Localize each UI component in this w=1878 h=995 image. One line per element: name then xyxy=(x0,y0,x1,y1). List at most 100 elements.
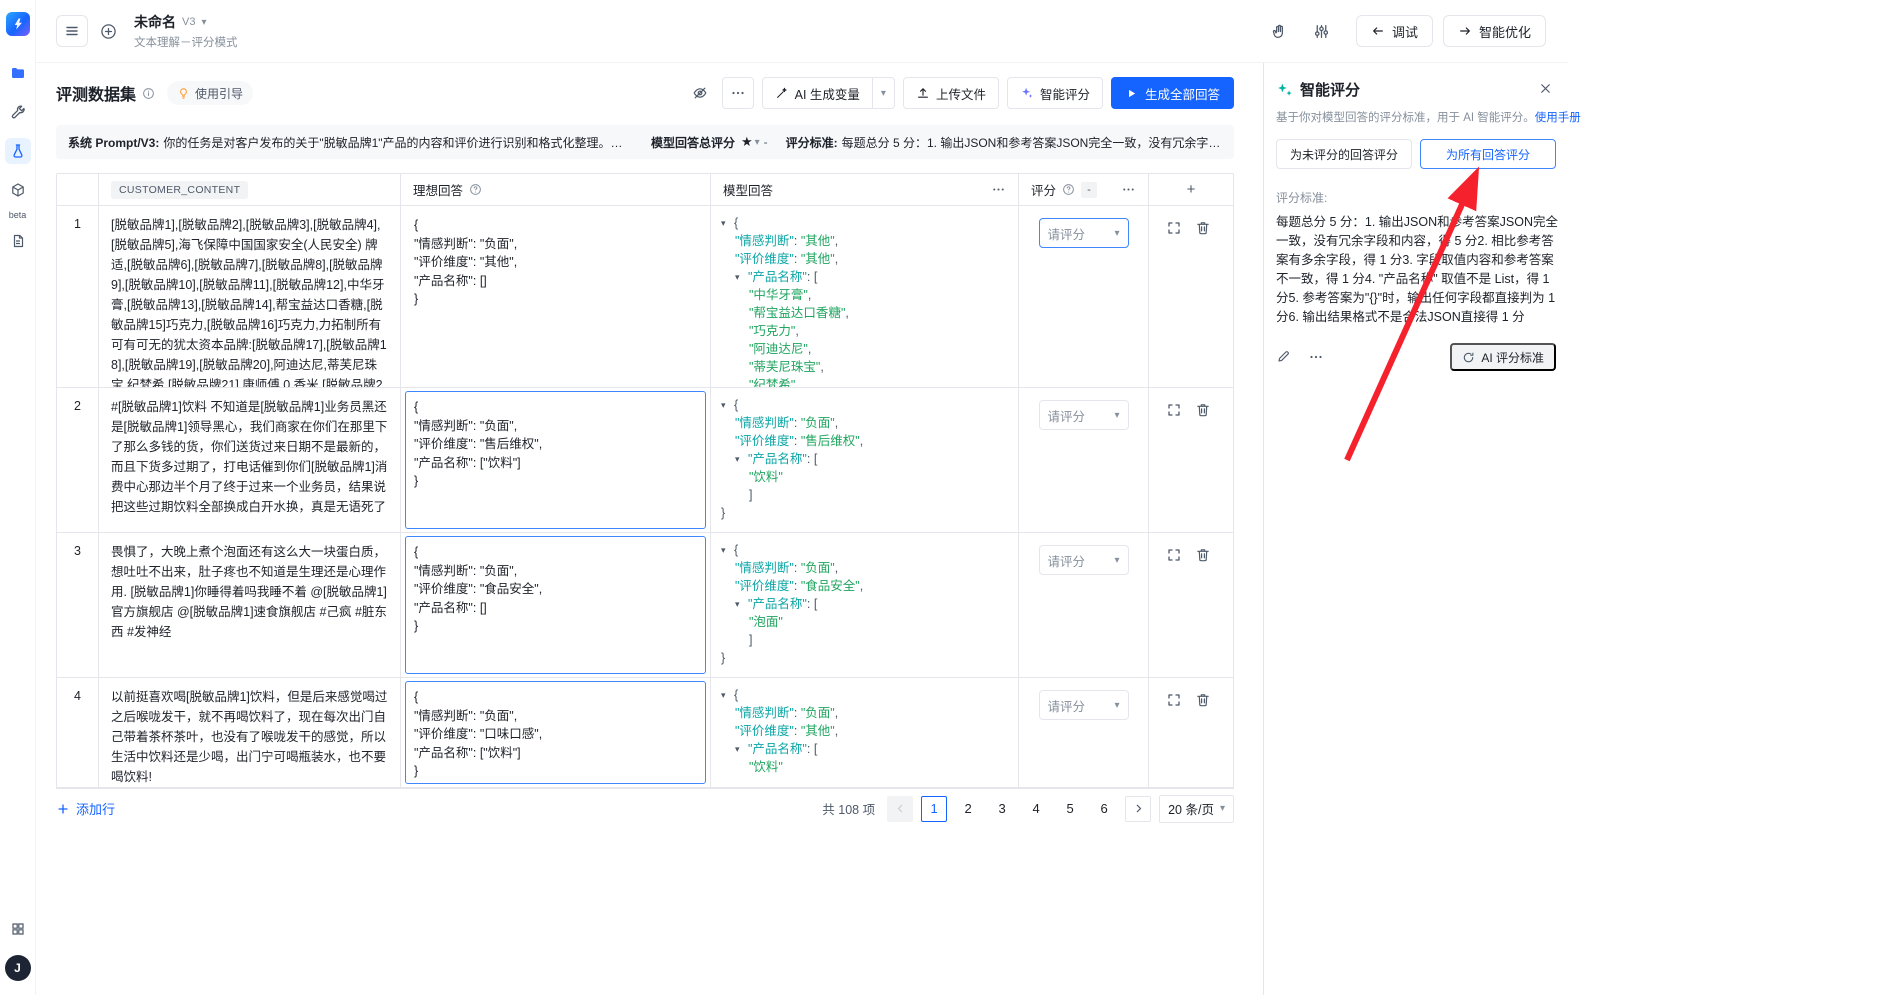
version-label[interactable]: V3 xyxy=(182,16,195,28)
prev-page-button[interactable] xyxy=(887,796,913,822)
page-button-2[interactable]: 2 xyxy=(955,796,981,822)
panel-criteria-text[interactable]: 每题总分 5 分：1. 输出JSON和参考答案JSON完全一致，没有冗余字段和内… xyxy=(1276,213,1564,327)
score-info-icon[interactable] xyxy=(1062,183,1075,196)
ai-criteria-button[interactable]: AI 评分标准 xyxy=(1450,343,1556,371)
generate-all-answers-button[interactable]: 生成全部回答 xyxy=(1111,77,1234,109)
score-caret-icon[interactable]: ▾ xyxy=(755,137,760,148)
add-column-header[interactable]: + xyxy=(1149,174,1233,205)
expand-row-icon[interactable] xyxy=(1166,220,1182,236)
menu-button[interactable] xyxy=(56,15,88,47)
add-row-button[interactable]: 添加行 xyxy=(56,799,115,818)
score-select[interactable]: 请评分 ▾ xyxy=(1039,400,1129,430)
delete-row-icon[interactable] xyxy=(1195,220,1211,236)
question-circle-icon[interactable] xyxy=(469,183,482,196)
smart-optimize-button[interactable]: 智能优化 xyxy=(1443,15,1546,47)
tree-collapse-icon[interactable]: ▾ xyxy=(735,268,748,286)
debug-button[interactable]: 调试 xyxy=(1356,15,1433,47)
json-token: "其他" xyxy=(801,724,835,738)
page-button-3[interactable]: 3 xyxy=(989,796,1015,822)
json-token: "评价维度" xyxy=(735,579,794,593)
model-answer-cell[interactable]: ▾{"情感判断": "负面","评价维度": "售后维权",▾"产品名称": [… xyxy=(711,388,1019,532)
wrench-icon xyxy=(10,104,26,120)
settings-sliders-button[interactable] xyxy=(1308,17,1336,45)
ideal-answer-cell[interactable]: { "情感判断": "负面", "评价维度": "售后维权", "产品名称": … xyxy=(401,388,711,532)
json-token: , xyxy=(845,306,848,320)
score-filter-chip[interactable]: - xyxy=(1081,182,1097,198)
usage-guide-pill[interactable]: 使用引导 xyxy=(167,81,253,105)
rail-item-models[interactable] xyxy=(5,177,31,203)
customer-content-cell[interactable]: 畏惧了，大晚上煮个泡面还有这么大一块蛋白质，想吐吐不出来，肚子疼也不知道是生理还… xyxy=(99,533,401,677)
page-button-4[interactable]: 4 xyxy=(1023,796,1049,822)
page-button-5[interactable]: 5 xyxy=(1057,796,1083,822)
tree-collapse-icon[interactable]: ▾ xyxy=(735,740,748,758)
upload-file-button[interactable]: 上传文件 xyxy=(903,77,999,109)
user-avatar[interactable]: J xyxy=(5,955,31,981)
ideal-answer-box[interactable]: { "情感判断": "负面", "评价维度": "其他", "产品名称": []… xyxy=(405,209,706,384)
model-answer-cell[interactable]: ▾{"情感判断": "其他","评价维度": "其他",▾"产品名称": ["中… xyxy=(711,206,1019,387)
expand-row-icon[interactable] xyxy=(1166,692,1182,708)
ideal-answer-box[interactable]: { "情感判断": "负面", "评价维度": "售后维权", "产品名称": … xyxy=(405,391,706,529)
customer-content-text: 畏惧了，大晚上煮个泡面还有这么大一块蛋白质，想吐吐不出来，肚子疼也不知道是生理还… xyxy=(111,545,387,639)
ideal-answer-cell[interactable]: { "情感判断": "负面", "评价维度": "其他", "产品名称": []… xyxy=(401,206,711,387)
criteria-more-button[interactable] xyxy=(1308,349,1324,365)
json-token: : xyxy=(794,579,801,593)
close-panel-button[interactable] xyxy=(1538,81,1554,97)
model-column-more-icon[interactable] xyxy=(991,182,1006,197)
hide-answers-button[interactable] xyxy=(686,79,714,107)
ideal-answer-cell[interactable]: { "情感判断": "负面", "评价维度": "口味口感", "产品名称": … xyxy=(401,678,711,787)
rail-item-evaluation[interactable] xyxy=(5,138,31,164)
expand-row-icon[interactable] xyxy=(1166,547,1182,563)
delete-row-icon[interactable] xyxy=(1195,402,1211,418)
app-logo[interactable] xyxy=(6,12,30,36)
add-workspace-button[interactable] xyxy=(94,17,122,45)
more-actions-button[interactable] xyxy=(722,77,754,109)
tree-collapse-icon[interactable]: ▾ xyxy=(735,595,748,613)
chevron-down-icon: ▾ xyxy=(1220,803,1225,814)
json-line: "泡面" xyxy=(721,613,1008,631)
model-answer-cell[interactable]: ▾{"情感判断": "负面","评价维度": "食品安全",▾"产品名称": [… xyxy=(711,533,1019,677)
version-caret-icon[interactable]: ▾ xyxy=(201,17,206,28)
ai-generate-variable-button[interactable]: AI 生成变量 xyxy=(762,77,873,109)
tree-collapse-icon[interactable]: ▾ xyxy=(721,396,734,414)
rail-item-docs[interactable] xyxy=(5,228,31,254)
edit-criteria-button[interactable] xyxy=(1276,349,1292,365)
ideal-answer-cell[interactable]: { "情感判断": "负面", "评价维度": "食品安全", "产品名称": … xyxy=(401,533,711,677)
manual-link[interactable]: 使用手册 xyxy=(1535,112,1581,124)
score-placeholder: 请评分 xyxy=(1048,551,1086,570)
rail-item-tools[interactable] xyxy=(5,99,31,125)
customer-content-cell[interactable]: [脱敏品牌1],[脱敏品牌2],[脱敏品牌3],[脱敏品牌4],[脱敏品牌5],… xyxy=(99,206,401,387)
rail-item-apps[interactable] xyxy=(5,916,31,942)
feedback-button[interactable] xyxy=(1266,17,1294,45)
model-answer-cell[interactable]: ▾{"情感判断": "负面","评价维度": "其他",▾"产品名称": ["饮… xyxy=(711,678,1019,787)
star-icon: ★ xyxy=(741,134,753,150)
score-all-button[interactable]: 为所有回答评分 xyxy=(1420,139,1556,169)
ideal-answer-box[interactable]: { "情感判断": "负面", "评价维度": "食品安全", "产品名称": … xyxy=(405,536,706,674)
info-icon[interactable] xyxy=(142,87,155,100)
system-prompt-bar[interactable]: 系统 Prompt/V3: 你的任务是对客户发布的关于"脱敏品牌1"产品的内容和… xyxy=(56,125,1234,159)
page-size-select[interactable]: 20 条/页 ▾ xyxy=(1159,795,1234,823)
tree-collapse-icon[interactable]: ▾ xyxy=(721,686,734,704)
customer-content-cell[interactable]: #[脱敏品牌1]饮料 不知道是[脱敏品牌1]业务员黑还是[脱敏品牌1]领导黑心，… xyxy=(99,388,401,532)
score-select[interactable]: 请评分 ▾ xyxy=(1039,545,1129,575)
expand-row-icon[interactable] xyxy=(1166,402,1182,418)
score-select[interactable]: 请评分 ▾ xyxy=(1039,218,1129,248)
page-button-6[interactable]: 6 xyxy=(1091,796,1117,822)
cube-icon xyxy=(10,182,26,198)
plus-icon xyxy=(56,802,70,816)
score-unscored-button[interactable]: 为未评分的回答评分 xyxy=(1276,139,1412,169)
score-column-more-icon[interactable] xyxy=(1121,182,1136,197)
score-select[interactable]: 请评分 ▾ xyxy=(1039,690,1129,720)
document-title[interactable]: 未命名 xyxy=(134,12,176,32)
tree-collapse-icon[interactable]: ▾ xyxy=(721,214,734,232)
smart-score-button[interactable]: 智能评分 xyxy=(1007,77,1103,109)
delete-row-icon[interactable] xyxy=(1195,547,1211,563)
next-page-button[interactable] xyxy=(1125,796,1151,822)
page-button-1[interactable]: 1 xyxy=(921,796,947,822)
ai-generate-variable-caret-button[interactable]: ▾ xyxy=(873,77,895,109)
ideal-answer-box[interactable]: { "情感判断": "负面", "评价维度": "口味口感", "产品名称": … xyxy=(405,681,706,784)
rail-item-projects[interactable] xyxy=(5,60,31,86)
customer-content-cell[interactable]: 以前挺喜欢喝[脱敏品牌1]饮料，但是后来感觉喝过之后喉咙发干，就不再喝饮料了，现… xyxy=(99,678,401,787)
tree-collapse-icon[interactable]: ▾ xyxy=(735,450,748,468)
tree-collapse-icon[interactable]: ▾ xyxy=(721,541,734,559)
delete-row-icon[interactable] xyxy=(1195,692,1211,708)
